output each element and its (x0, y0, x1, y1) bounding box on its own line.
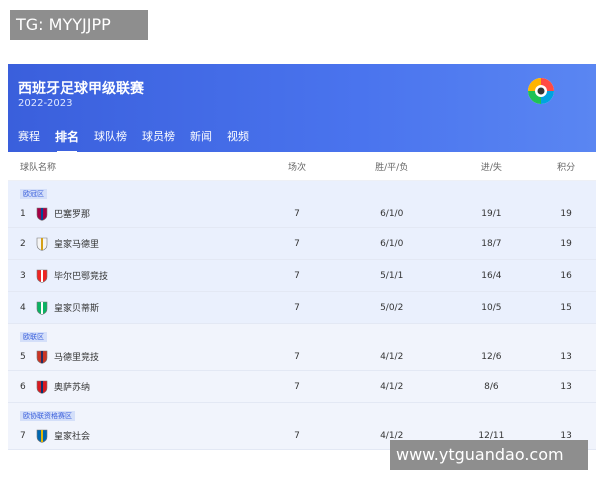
wdl-cell: 4/1/2 (380, 351, 404, 362)
rank: 2 (20, 238, 26, 249)
wdl-cell: 6/1/0 (380, 238, 404, 249)
team-crest-icon (36, 207, 48, 221)
points-cell: 19 (560, 208, 572, 219)
table-row[interactable]: 1 巴塞罗那 7 6/1/0 19/1 19 (8, 200, 596, 228)
column-header-points: 积分 (557, 162, 576, 173)
played-cell: 7 (294, 238, 300, 249)
team-name[interactable]: 奥萨苏纳 (54, 380, 90, 393)
goals-cell: 18/7 (481, 238, 502, 249)
points-cell: 13 (560, 381, 572, 392)
table-row[interactable]: 4 皇家贝蒂斯 7 5/0/2 10/5 15 (8, 292, 596, 324)
points-cell: 13 (560, 351, 572, 362)
column-header-played: 场次 (287, 162, 306, 173)
watermark-top: TG: MYYJJPP (10, 10, 148, 40)
wdl-cell: 5/1/1 (380, 270, 404, 281)
points-cell: 15 (560, 302, 572, 313)
team-cell: 4 皇家贝蒂斯 (8, 301, 257, 315)
tab-schedule[interactable]: 赛程 (18, 126, 40, 152)
goals-cell: 12/6 (481, 351, 502, 362)
table-row[interactable]: 6 奥萨苏纳 7 4/1/2 8/6 13 (8, 371, 596, 403)
zone-label-uecl: 欧协联资格赛区 (20, 411, 75, 421)
rank: 3 (20, 270, 26, 281)
zone-label-uel: 欧联区 (20, 332, 47, 342)
team-cell: 2 皇家马德里 (8, 237, 257, 251)
standings-card: 西班牙足球甲级联赛 2022-2023 赛程 排名 球队榜 球员榜 新闻 视频 … (8, 64, 596, 450)
wdl-cell: 4/1/2 (380, 430, 404, 441)
champions-league-zone: 欧冠区 1 巴塞罗那 7 6/1/0 19/1 19 2 皇家马德里 7 6/1/0 18/7 19… (8, 181, 596, 324)
team-name[interactable]: 马德里竞技 (54, 350, 99, 363)
points-cell: 19 (560, 238, 572, 249)
table-header: 球队名称 场次 胜/平/负 进/失 积分 (8, 152, 596, 181)
league-title: 西班牙足球甲级联赛 (18, 81, 144, 97)
played-cell: 7 (294, 351, 300, 362)
europa-league-zone: 欧联区 5 马德里竞技 7 4/1/2 12/6 13 6 奥萨苏纳 7 4/1/2 8/6 13 (8, 324, 596, 403)
rank: 4 (20, 302, 26, 313)
goals-cell: 8/6 (484, 381, 499, 392)
played-cell: 7 (294, 270, 300, 281)
rank: 1 (20, 208, 26, 219)
team-cell: 7 皇家社会 (8, 429, 257, 443)
tab-team-rankings[interactable]: 球队榜 (94, 126, 127, 152)
tab-news[interactable]: 新闻 (190, 126, 212, 152)
points-cell: 13 (560, 430, 572, 441)
played-cell: 7 (294, 381, 300, 392)
team-crest-icon (36, 237, 48, 251)
zone-label-ucl: 欧冠区 (20, 189, 47, 199)
rank: 6 (20, 381, 26, 392)
points-cell: 16 (560, 270, 572, 281)
rank: 7 (20, 430, 26, 441)
laliga-logo-icon (528, 78, 554, 104)
rank: 5 (20, 351, 26, 362)
wdl-cell: 5/0/2 (380, 302, 404, 313)
team-crest-icon (36, 429, 48, 443)
goals-cell: 12/11 (478, 430, 505, 441)
league-header: 西班牙足球甲级联赛 2022-2023 赛程 排名 球队榜 球员榜 新闻 视频 (8, 64, 596, 153)
team-name[interactable]: 毕尔巴鄂竞技 (54, 269, 108, 282)
column-header-team: 球队名称 (20, 162, 57, 173)
wdl-cell: 6/1/0 (380, 208, 404, 219)
tab-bar: 赛程 排名 球队榜 球员榜 新闻 视频 (8, 126, 254, 153)
column-header-goals: 进/失 (480, 162, 502, 173)
team-cell: 1 巴塞罗那 (8, 207, 257, 221)
table-row[interactable]: 2 皇家马德里 7 6/1/0 18/7 19 (8, 228, 596, 260)
goals-cell: 10/5 (481, 302, 502, 313)
tab-videos[interactable]: 视频 (227, 126, 249, 152)
team-name[interactable]: 巴塞罗那 (54, 207, 90, 220)
team-name[interactable]: 皇家马德里 (54, 237, 99, 250)
tab-player-rankings[interactable]: 球员榜 (142, 126, 175, 152)
played-cell: 7 (294, 302, 300, 313)
team-crest-icon (36, 269, 48, 283)
team-crest-icon (36, 380, 48, 394)
standings-table: 球队名称 场次 胜/平/负 进/失 积分 欧冠区 1 巴塞罗那 7 6/1/0 19/1… (8, 152, 596, 450)
goals-cell: 16/4 (481, 270, 502, 281)
watermark-bottom: www.ytguandao.com (390, 440, 588, 470)
goals-cell: 19/1 (481, 208, 502, 219)
team-cell: 3 毕尔巴鄂竞技 (8, 269, 257, 283)
table-row[interactable]: 5 马德里竞技 7 4/1/2 12/6 13 (8, 343, 596, 371)
team-cell: 5 马德里竞技 (8, 350, 257, 364)
tab-standings[interactable]: 排名 (55, 126, 79, 153)
column-header-wdl: 胜/平/负 (375, 162, 409, 173)
team-cell: 6 奥萨苏纳 (8, 380, 257, 394)
table-row[interactable]: 3 毕尔巴鄂竞技 7 5/1/1 16/4 16 (8, 260, 596, 292)
team-crest-icon (36, 350, 48, 364)
team-name[interactable]: 皇家贝蒂斯 (54, 301, 99, 314)
played-cell: 7 (294, 208, 300, 219)
team-name[interactable]: 皇家社会 (54, 429, 90, 442)
played-cell: 7 (294, 430, 300, 441)
season-label: 2022-2023 (18, 98, 73, 109)
team-crest-icon (36, 301, 48, 315)
wdl-cell: 4/1/2 (380, 381, 404, 392)
